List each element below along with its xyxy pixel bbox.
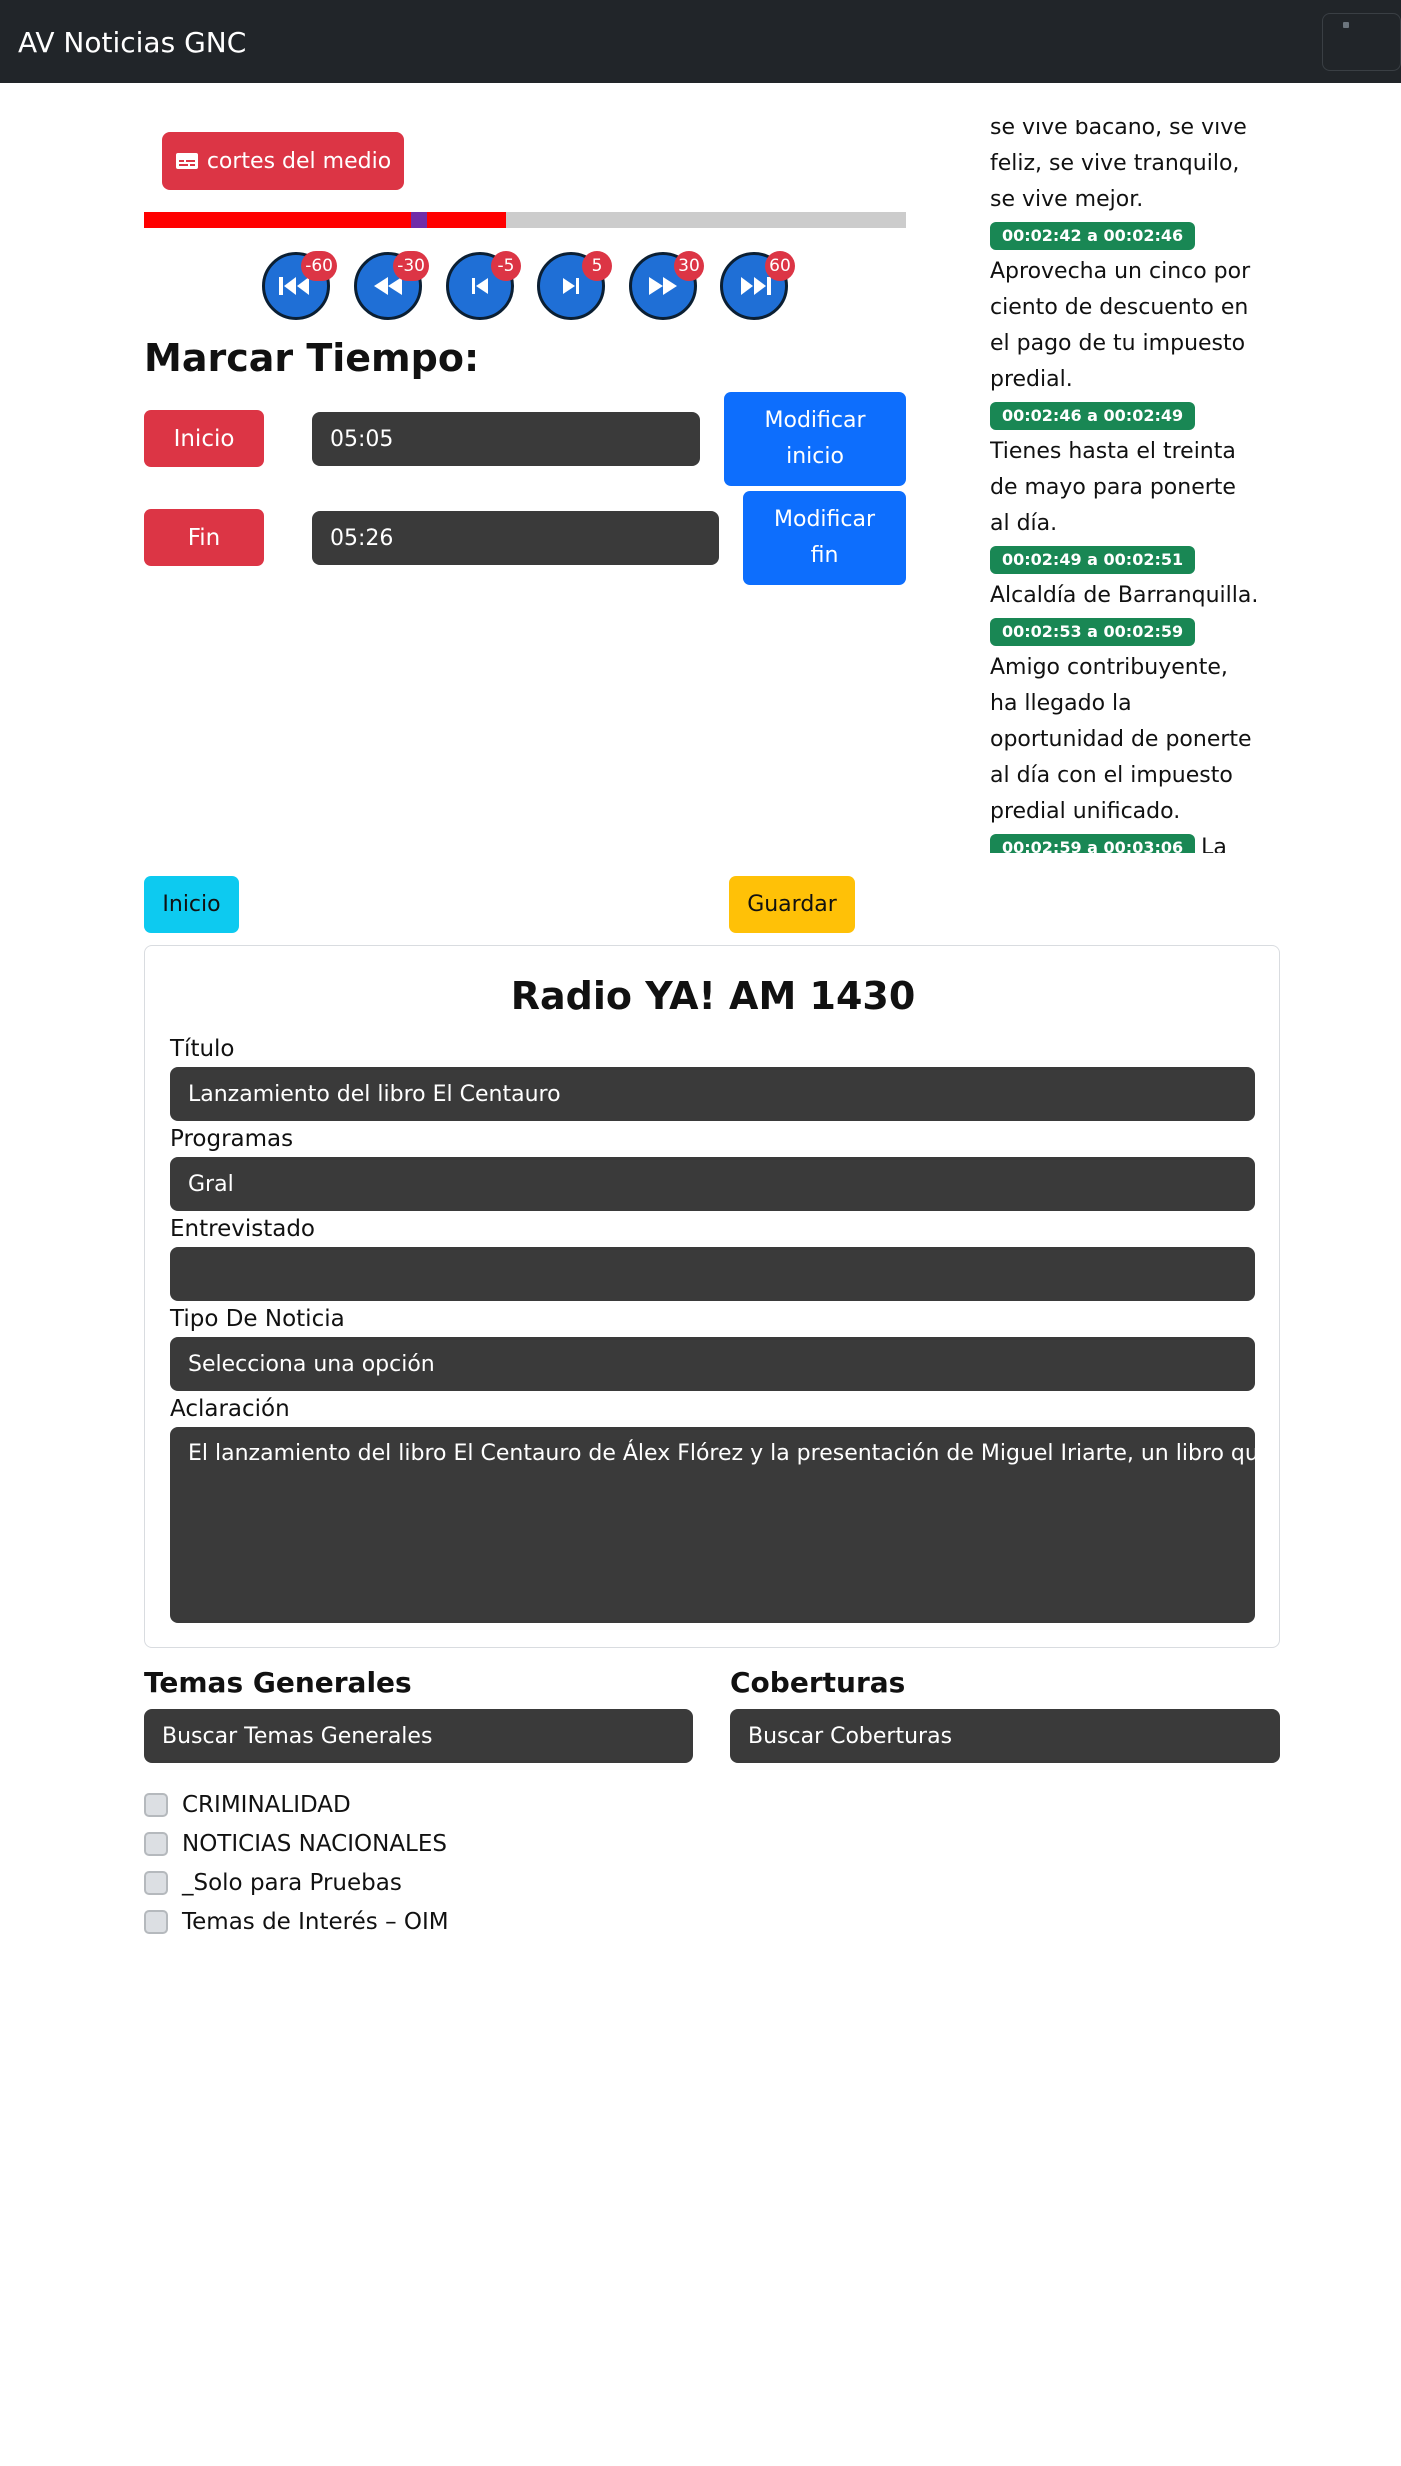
tema-label: CRIMINALIDAD — [182, 1792, 351, 1818]
news-form-card: Radio YA! AM 1430 Título Lanzamiento del… — [144, 945, 1280, 1648]
cortes-del-medio-label: cortes del medio — [206, 148, 392, 174]
fast-forward-icon — [649, 277, 677, 295]
skip-back-5-button[interactable]: -5 — [446, 251, 521, 320]
skip-to-end-icon — [741, 277, 771, 295]
transcript-entry: 00:02:49 a 00:02:51 Alcaldía de Barranqui… — [990, 542, 1260, 614]
tema-option[interactable]: _Solo para Pruebas — [144, 1870, 402, 1896]
transcript-entry: 00:02:46 a 00:02:49 Tienes hasta el trein… — [990, 398, 1260, 542]
inicio-time-field[interactable]: 05:05 — [312, 412, 700, 466]
skip-back-60-badge: -60 — [301, 251, 337, 281]
transcript-text: Alcaldía de Barranquilla. — [990, 583, 1259, 608]
skip-forward-5-badge: 5 — [582, 251, 612, 281]
transcript-entry: 00:02:59 a 00:03:06La Alcaldía Municipal… — [990, 830, 1260, 853]
titulo-field[interactable]: Lanzamiento del libro El Centauro — [170, 1067, 1255, 1121]
guardar-button[interactable]: Guardar — [729, 876, 855, 933]
navbar-toggler-button[interactable] — [1322, 13, 1401, 71]
skip-back-30-badge: -30 — [393, 251, 429, 281]
skip-back-60-button[interactable]: -60 — [262, 251, 337, 320]
skip-forward-60-button[interactable]: 60 — [720, 251, 795, 320]
timestamp-badge[interactable]: 00:02:42 a 00:02:46 — [990, 222, 1196, 250]
tema-option[interactable]: NOTICIAS NACIONALES — [144, 1831, 447, 1857]
titulo-label: Título — [170, 1036, 235, 1062]
audio-progress-bar[interactable] — [144, 212, 906, 228]
transcript-text: Aprovecha un cinco por ciento de descuen… — [990, 259, 1251, 392]
inicio-nav-button[interactable]: Inicio — [144, 876, 239, 933]
skip-forward-60-badge: 60 — [765, 251, 795, 281]
programas-select[interactable]: Gral — [170, 1157, 1255, 1211]
temas-generales-heading: Temas Generales — [144, 1666, 412, 1699]
coberturas-heading: Coberturas — [730, 1666, 906, 1699]
modificar-inicio-label-2: inicio — [786, 444, 844, 469]
timestamp-badge[interactable]: 00:02:49 a 00:02:51 — [990, 546, 1196, 574]
transcript-entry: 00:02:42 a 00:02:46 Aprovecha un cinco po… — [990, 218, 1260, 398]
tipo-noticia-select[interactable]: Selecciona una opción — [170, 1337, 1255, 1391]
modificar-fin-label-2: fin — [810, 543, 839, 568]
programas-label: Programas — [170, 1126, 294, 1152]
progress-fill — [144, 212, 506, 228]
transcript-panel[interactable]: se vive bacano, se vive feliz, se vive t… — [990, 120, 1260, 853]
tema-checkbox[interactable] — [144, 1832, 168, 1856]
tema-label: _Solo para Pruebas — [182, 1870, 402, 1896]
cortes-del-medio-button[interactable]: cortes del medio — [162, 132, 404, 190]
skip-back-30-button[interactable]: -30 — [354, 251, 429, 320]
aclaracion-textarea[interactable]: El lanzamiento del libro El Centauro de … — [170, 1427, 1255, 1623]
coberturas-search[interactable]: Buscar Coberturas — [730, 1709, 1280, 1763]
entrevistado-field[interactable] — [170, 1247, 1255, 1301]
modificar-inicio-label-1: Modificar — [764, 408, 866, 433]
fin-time-field[interactable]: 05:26 — [312, 511, 719, 565]
skip-forward-5-button[interactable]: 5 — [537, 251, 612, 320]
modificar-fin-button[interactable]: Modificar fin — [743, 491, 906, 585]
step-back-icon — [472, 278, 488, 294]
skip-forward-30-badge: 30 — [674, 251, 704, 281]
modificar-fin-label-1: Modificar — [774, 507, 875, 532]
tema-checkbox[interactable] — [144, 1793, 168, 1817]
tema-label: NOTICIAS NACIONALES — [182, 1831, 447, 1857]
timestamp-badge[interactable]: 00:02:53 a 00:02:59 — [990, 618, 1196, 646]
temas-generales-search[interactable]: Buscar Temas Generales — [144, 1709, 693, 1763]
mark-inicio-button[interactable]: Inicio — [144, 410, 264, 467]
mark-fin-button[interactable]: Fin — [144, 509, 264, 566]
tema-label: Temas de Interés – OIM — [182, 1909, 449, 1935]
subtitles-icon — [175, 153, 198, 169]
marcar-tiempo-heading: Marcar Tiempo: — [144, 336, 480, 380]
modificar-inicio-button[interactable]: Modificar inicio — [724, 392, 906, 486]
station-title: Radio YA! AM 1430 — [510, 974, 916, 1018]
tema-option[interactable]: Temas de Interés – OIM — [144, 1909, 449, 1935]
step-forward-icon — [563, 278, 579, 294]
tipo-noticia-label: Tipo De Noticia — [170, 1306, 345, 1332]
skip-back-5-badge: -5 — [491, 251, 521, 281]
progress-marker[interactable] — [410, 212, 427, 228]
timestamp-badge[interactable]: 00:02:46 a 00:02:49 — [990, 402, 1196, 430]
transcript-text: Amigo contribuyente, ha llegado la oport… — [990, 655, 1252, 824]
transcript-text: Tienes hasta el treinta de mayo para pon… — [990, 439, 1236, 536]
skip-forward-30-button[interactable]: 30 — [629, 251, 704, 320]
top-navbar: AV Noticias GNC — [0, 0, 1401, 83]
transcript-entry: 00:02:53 a 00:02:59 Amigo contribuyente, … — [990, 614, 1260, 830]
aclaracion-label: Aclaración — [170, 1396, 290, 1422]
transcript-lead-text: se vive bacano, se vive feliz, se vive t… — [990, 120, 1247, 212]
brand-title[interactable]: AV Noticias GNC — [18, 26, 246, 59]
tema-checkbox[interactable] — [144, 1910, 168, 1934]
timestamp-badge[interactable]: 00:02:59 a 00:03:06 — [990, 834, 1196, 853]
entrevistado-label: Entrevistado — [170, 1216, 315, 1242]
tema-option[interactable]: CRIMINALIDAD — [144, 1792, 351, 1818]
tema-checkbox[interactable] — [144, 1871, 168, 1895]
